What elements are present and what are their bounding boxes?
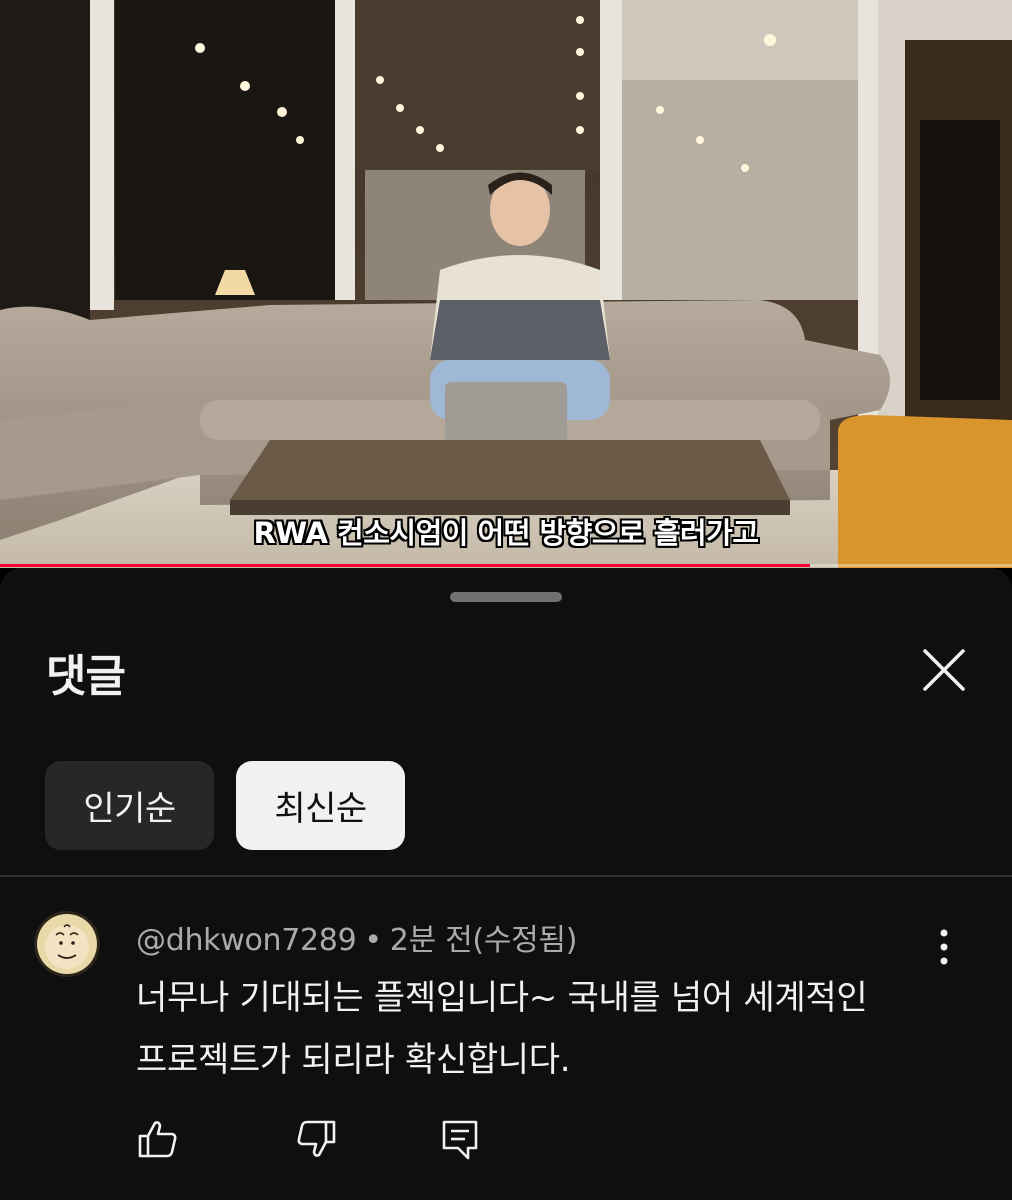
comment-text-line: 프로젝트가 되리라 확신합니다. xyxy=(136,1040,571,1080)
page: RWA 컨소시엄이 어떤 방향으로 흘러가고 댓글 인기순 최신순 @dhkwo… xyxy=(0,0,1012,1200)
comment-meta: @dhkwon7289 • 2분 전(수정됨) xyxy=(136,915,577,959)
video-player[interactable]: RWA 컨소시엄이 어떤 방향으로 흘러가고 xyxy=(0,0,1012,568)
chip-newest[interactable]: 최신순 xyxy=(236,761,405,850)
reply-icon xyxy=(442,1120,478,1160)
comment-author[interactable]: @dhkwon7289 xyxy=(136,923,357,958)
close-icon xyxy=(923,649,965,691)
like-button[interactable] xyxy=(136,1117,180,1161)
reply-button[interactable] xyxy=(438,1117,482,1161)
comment-text: 너무나 기대되는 플젝입니다~ 국내를 넘어 세계적인 프로젝트가 되리라 확신… xyxy=(136,967,936,1091)
avatar-image xyxy=(34,911,100,977)
video-frame xyxy=(0,0,1012,568)
comment-time: 2분 전(수정됨) xyxy=(389,923,578,958)
video-subtitle: RWA 컨소시엄이 어떤 방향으로 흘러가고 xyxy=(253,516,759,550)
video-progress-bar[interactable] xyxy=(0,564,1012,567)
drag-handle[interactable] xyxy=(450,592,562,602)
comments-sheet: 댓글 인기순 최신순 @dhkwon7289 • 2분 전(수정됨) 너무나 기… xyxy=(0,568,1012,1200)
dislike-button[interactable] xyxy=(294,1117,338,1161)
more-vert-icon xyxy=(940,929,948,965)
close-button[interactable] xyxy=(914,640,974,700)
avatar[interactable] xyxy=(34,911,100,977)
dislike-icon xyxy=(297,1120,336,1157)
sheet-title: 댓글 xyxy=(46,651,126,702)
video-progress-fill xyxy=(0,564,810,567)
sort-chips: 인기순 최신순 xyxy=(45,761,405,850)
like-icon xyxy=(138,1121,177,1158)
meta-separator: • xyxy=(364,923,382,958)
comment-actions xyxy=(136,1117,482,1161)
chip-popular[interactable]: 인기순 xyxy=(45,761,214,850)
comment-text-line: 너무나 기대되는 플젝입니다~ 국내를 넘어 세계적인 xyxy=(136,978,868,1018)
comment-item: @dhkwon7289 • 2분 전(수정됨) 너무나 기대되는 플젝입니다~ 국내… xyxy=(0,877,1012,1200)
